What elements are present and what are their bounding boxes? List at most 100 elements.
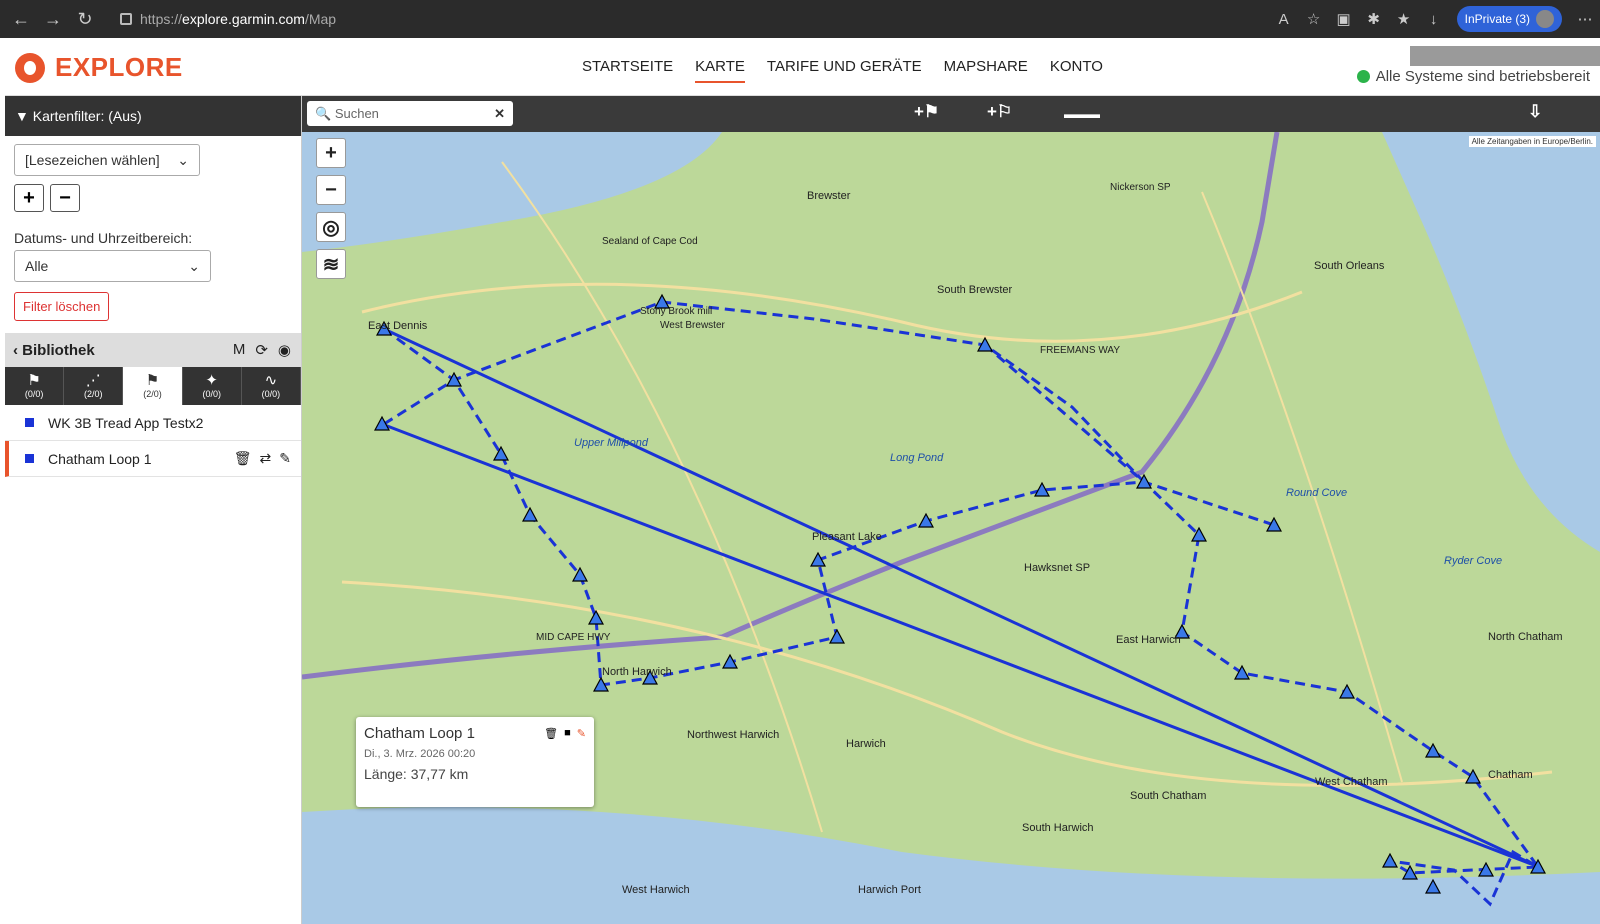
map-label: MID CAPE HWY <box>536 632 611 643</box>
nav-tarife[interactable]: TARIFE UND GERÄTE <box>767 58 922 83</box>
list-item[interactable]: Chatham Loop 1 🗑 ⇄ ✎ <box>5 441 301 477</box>
trash-icon[interactable]: 🗑 <box>234 450 252 467</box>
export-icon[interactable]: ⇩ <box>1528 102 1542 122</box>
map-label: Hawksnet SP <box>1024 562 1091 574</box>
bookmark-select[interactable]: [Lesezeichen wählen] ⌄ <box>14 144 200 176</box>
tab-count: (2/0) <box>84 389 103 399</box>
remove-bookmark-button[interactable]: − <box>50 184 80 212</box>
pleasant-bay-water <box>1382 132 1600 552</box>
nantucket-sound-water <box>302 807 1600 924</box>
map-filter-header[interactable]: ▼ Kartenfilter: (Aus) <box>5 96 301 136</box>
map-label: South Chatham <box>1130 790 1207 802</box>
tab-routes[interactable]: ⚑ (2/0) <box>123 367 183 405</box>
map-label: East Harwich <box>1116 634 1181 646</box>
cape-cod-bay-water <box>302 132 722 252</box>
inprivate-label: InPrivate (3) <box>1464 12 1530 26</box>
map-label: Ryder Cove <box>1444 555 1503 567</box>
header-placeholder <box>1410 46 1600 66</box>
list-item-label: WK 3B Tread App Testx2 <box>48 414 204 431</box>
system-status: Alle Systeme sind betriebsbereit <box>1356 68 1590 85</box>
sync-icon[interactable]: ⟳ <box>255 341 268 359</box>
library-tabs: ⚑ (0/0) ⋰ (2/0) ⚑ (2/0) ✦ (0/0) ∿ (0/0) <box>5 367 302 405</box>
zoom-in-button[interactable]: + <box>316 138 346 168</box>
road <box>361 282 1303 343</box>
lock-icon <box>120 13 132 25</box>
map-label: Long Pond <box>890 452 944 464</box>
tab-count: (0/0) <box>24 389 44 399</box>
status-text: Alle Systeme sind betriebsbereit <box>1375 68 1590 85</box>
popup-length: Länge: 37,77 km <box>364 766 469 782</box>
zoom-out-button[interactable]: − <box>316 175 346 205</box>
url-host: explore.garmin.com <box>182 11 305 27</box>
map-canvas[interactable]: East Dennis Brewster South Brewster Sout… <box>302 132 1600 924</box>
pencil-icon[interactable]: ✎ <box>577 727 586 740</box>
more-icon[interactable]: ⋯ <box>1570 10 1600 28</box>
reload-icon[interactable]: ↻ <box>74 8 96 30</box>
tab-count: (0/0) <box>261 389 281 399</box>
tab-other[interactable]: ∿ (0/0) <box>242 367 302 405</box>
nav-konto[interactable]: KONTO <box>1050 58 1103 83</box>
puzzle-icon[interactable]: ✱ <box>1359 10 1389 28</box>
download-icon[interactable]: ↓ <box>1419 11 1449 28</box>
list-item-label: Chatham Loop 1 <box>48 450 152 467</box>
locate-icon[interactable]: ◎ <box>316 212 346 242</box>
inprivate-badge[interactable]: InPrivate (3) <box>1456 6 1562 32</box>
map-label: Brewster <box>807 190 851 202</box>
search-placeholder: Suchen <box>334 106 379 121</box>
layers-icon[interactable]: ≋ <box>316 249 346 279</box>
date-range-value: Alle <box>25 258 49 274</box>
tab-tracks[interactable]: ⋰ (2/0) <box>64 367 124 405</box>
clear-filter-button[interactable]: Filter löschen <box>14 292 110 321</box>
map-label: East Dennis <box>368 320 428 332</box>
mapshare-icon[interactable]: M <box>233 341 246 359</box>
library-header[interactable]: ‹ Bibliothek M ⟳ ◉ <box>5 333 301 367</box>
path-icon: ∿ <box>264 372 278 389</box>
nav-mapshare[interactable]: MAPSHARE <box>944 58 1028 83</box>
track-icon: ⋰ <box>85 372 101 389</box>
trash-icon[interactable]: 🗑 <box>544 727 558 740</box>
map-toolbar: 🔍 Suchen ✕ +⚑ +⚐ ▬▬▬ ⇩ <box>302 96 1600 132</box>
favorites-icon[interactable]: ★ <box>1389 10 1419 28</box>
chevron-down-icon: ⌄ <box>177 151 189 168</box>
forward-icon[interactable]: → <box>42 8 64 30</box>
tab-count: (0/0) <box>202 389 221 399</box>
search-input[interactable]: 🔍 Suchen ✕ <box>307 101 513 126</box>
date-range-select[interactable]: Alle ⌄ <box>14 250 211 282</box>
back-chevron-icon[interactable]: ‹ <box>13 342 22 359</box>
address-bar[interactable]: https://explore.garmin.com/Map <box>112 6 1312 32</box>
reverse-icon[interactable]: ⇄ <box>260 450 272 467</box>
map-label: Sealand of Cape Cod <box>602 236 698 247</box>
add-waypoint-icon[interactable]: +⚑ <box>914 102 939 122</box>
route-color-swatch <box>25 418 34 427</box>
clear-search-icon[interactable]: ✕ <box>494 106 505 122</box>
route-icon: ⚑ <box>145 372 160 389</box>
map-label: Upper Millpond <box>574 437 648 449</box>
bookmark-select-value: [Lesezeichen wählen] <box>25 152 160 168</box>
explore-logo[interactable]: EXPLORE <box>15 52 183 83</box>
read-aloud-icon[interactable]: A <box>1269 11 1299 28</box>
map-label: Round Cove <box>1286 487 1348 499</box>
pencil-icon[interactable]: ✎ <box>279 450 291 467</box>
stop-icon[interactable]: ■ <box>564 727 571 740</box>
nav-startseite[interactable]: STARTSEITE <box>582 58 673 83</box>
list-item[interactable]: WK 3B Tread App Testx2 <box>5 405 301 441</box>
logo-text: EXPLORE <box>55 52 183 82</box>
dashed-route[interactable] <box>984 343 1275 527</box>
route-popup[interactable]: Chatham Loop 1 🗑 ■ ✎ Di., 3. Mrz. 2026 0… <box>356 717 594 807</box>
nav-karte[interactable]: KARTE <box>695 58 745 83</box>
back-icon[interactable]: ← <box>10 8 32 30</box>
tab-activities[interactable]: ✦ (0/0) <box>183 367 242 405</box>
tab-waypoints[interactable]: ⚑ (0/0) <box>5 367 65 405</box>
tab-count: (2/0) <box>143 389 162 399</box>
extension-icon[interactable]: ▣ <box>1329 10 1359 28</box>
map-label: South Harwich <box>1022 822 1094 834</box>
map-label: West Harwich <box>622 884 690 896</box>
flame-icon <box>15 52 45 83</box>
add-bookmark-button[interactable]: + <box>14 184 44 212</box>
chevron-down-icon: ⌄ <box>188 257 200 274</box>
visibility-eye-icon[interactable]: ◉ <box>278 341 291 359</box>
activity-icon: ✦ <box>205 372 218 389</box>
add-route-icon[interactable]: +⚐ <box>987 102 1012 122</box>
favorite-star-icon[interactable]: ☆ <box>1299 10 1329 28</box>
ruler-icon[interactable]: ▬▬▬ <box>1064 107 1100 121</box>
